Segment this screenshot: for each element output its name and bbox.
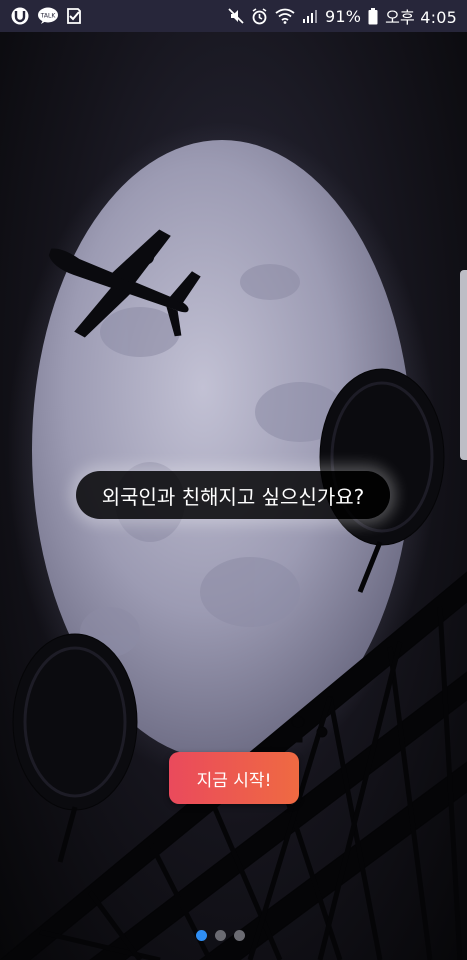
mute-icon bbox=[228, 7, 244, 25]
page-dot-2[interactable] bbox=[215, 930, 226, 941]
u-app-icon bbox=[10, 7, 30, 25]
onboarding-screen: TALK 91% 오후 4:05 외국인과 친해지고 싶으신가요? 지금 시작! bbox=[0, 0, 467, 960]
onboarding-caption: 외국인과 친해지고 싶으신가요? bbox=[76, 471, 390, 519]
page-dot-1[interactable] bbox=[196, 930, 207, 941]
alarm-icon bbox=[251, 7, 268, 25]
signal-icon bbox=[302, 7, 318, 25]
status-bar: TALK 91% 오후 4:05 bbox=[0, 0, 467, 32]
kakaotalk-icon: TALK bbox=[37, 7, 59, 25]
status-bar-right: 91% 오후 4:05 bbox=[228, 4, 457, 28]
wifi-icon bbox=[275, 7, 295, 25]
page-dot-3[interactable] bbox=[234, 930, 245, 941]
clock: 오후 4:05 bbox=[385, 8, 457, 27]
page-indicator bbox=[196, 930, 245, 941]
start-now-button[interactable]: 지금 시작! bbox=[169, 752, 299, 804]
status-bar-left: TALK bbox=[10, 7, 82, 25]
battery-percent: 91% bbox=[324, 6, 362, 26]
battery-icon bbox=[368, 7, 378, 25]
edge-panel-handle[interactable] bbox=[460, 270, 467, 460]
kakaotalk-label: TALK bbox=[40, 13, 57, 20]
check-icon bbox=[66, 7, 82, 25]
